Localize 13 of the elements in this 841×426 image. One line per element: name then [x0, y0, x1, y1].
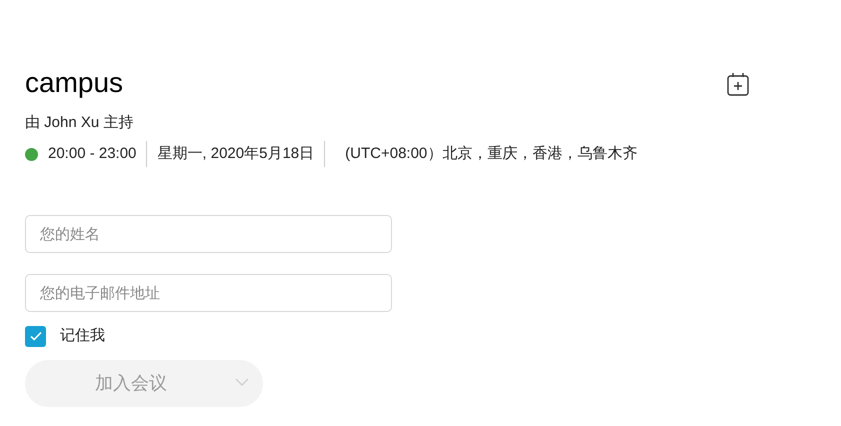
- meeting-date: 星期一, 2020年5月18日: [157, 144, 314, 164]
- caret-icon: [235, 378, 249, 386]
- remember-label: 记住我: [60, 326, 105, 346]
- name-field[interactable]: 您的姓名: [25, 215, 392, 253]
- checkmark-icon: [28, 329, 42, 344]
- email-field[interactable]: 您的电子邮件地址: [25, 274, 392, 312]
- meeting-timezone: (UTC+08:00）北京，重庆，香港，乌鲁木齐: [345, 144, 638, 164]
- meeting-time: 20:00 - 23:00: [48, 144, 136, 164]
- meeting-title: campus: [25, 66, 124, 100]
- remember-checkbox[interactable]: [25, 326, 46, 347]
- host-text: 由 John Xu 主持: [24, 113, 134, 133]
- add-to-calendar-button[interactable]: [726, 72, 750, 96]
- calendar-plus-icon: [727, 72, 749, 96]
